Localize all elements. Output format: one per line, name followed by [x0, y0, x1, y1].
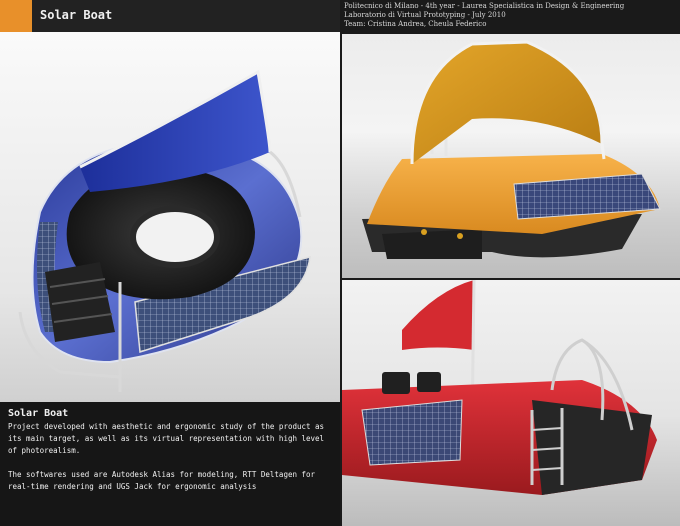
description-title: Solar Boat	[8, 408, 69, 419]
description-paragraph-1: Project developed with aesthetic and erg…	[8, 422, 325, 455]
header-bar: Solar Boat	[0, 0, 340, 32]
render-orange-boat	[342, 34, 680, 278]
description-paragraph-2: The softwares used are Autodesk Alias fo…	[8, 470, 316, 491]
header-accent-block	[0, 0, 32, 32]
project-credits: Politecnico di Milano - 4th year - Laure…	[344, 2, 678, 29]
render-main-blue-boat	[0, 32, 340, 402]
credits-line-1: Politecnico di Milano - 4th year - Laure…	[344, 2, 625, 10]
credits-line-3: Team: Cristina Andrea, Cheula Federico	[344, 20, 487, 28]
page-title: Solar Boat	[40, 8, 113, 22]
project-description: Solar Boat Project developed with aesthe…	[0, 402, 340, 526]
credits-line-2: Laboratorio di Virtual Prototyping - Jul…	[344, 11, 506, 19]
render-red-boat	[342, 280, 680, 526]
